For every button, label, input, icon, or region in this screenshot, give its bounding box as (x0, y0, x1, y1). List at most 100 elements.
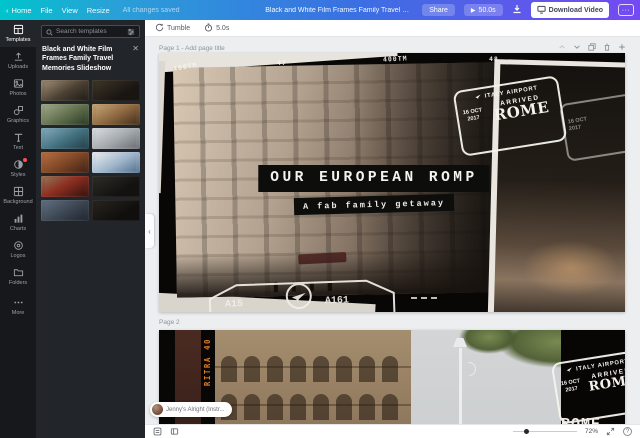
more-dots-icon (13, 297, 24, 308)
sidebar-item-templates[interactable]: Templates (0, 20, 36, 47)
sidebar-item-uploads[interactable]: Uploads (0, 47, 36, 74)
templates-panel: Black and White Film Frames Family Trave… (36, 20, 145, 438)
film-brand-text: RITRA 40 (203, 338, 212, 386)
page2-header: Page 2 (159, 319, 626, 326)
sidebar-item-logos[interactable]: Logos (0, 236, 36, 263)
film-frame-number: 48 (489, 55, 499, 63)
duplicate-page-icon[interactable] (588, 43, 596, 53)
template-set-title: Black and White Film Frames Family Trave… (42, 45, 128, 73)
timer-icon (204, 23, 213, 34)
template-thumbnail[interactable] (92, 128, 140, 149)
filter-icon[interactable] (127, 23, 135, 41)
styles-icon (13, 159, 24, 170)
slide-title-text[interactable]: OUR EUROPEAN ROMP (258, 165, 489, 192)
download-icon[interactable] (512, 4, 522, 16)
help-icon[interactable]: ? (623, 427, 632, 436)
delete-page-icon[interactable] (603, 43, 611, 53)
passport-entry-stamp[interactable]: A15 A161 03 JUL 2018 (206, 276, 397, 312)
logos-icon (13, 240, 24, 251)
animation-icon (155, 23, 164, 34)
stamp-dashes (411, 297, 437, 299)
svg-text:A15: A15 (225, 299, 243, 311)
sidebar-item-styles[interactable]: Styles (0, 155, 36, 182)
graphics-icon (13, 105, 24, 116)
template-thumbnail[interactable] (92, 176, 140, 197)
sidebar-item-graphics[interactable]: Graphics (0, 101, 36, 128)
airplane-icon (474, 92, 482, 102)
canvas-toolbar: Tumble 5.0s (145, 20, 640, 37)
back-chevron-icon: ‹ (6, 6, 9, 15)
zoom-slider[interactable] (513, 431, 577, 433)
templates-icon (13, 24, 24, 35)
document-title[interactable]: Black and White Film Frames Family Trave… (265, 7, 413, 14)
page2-title[interactable]: Page 2 (159, 319, 180, 326)
animation-button[interactable]: Tumble (155, 23, 190, 34)
film-mark: 400TM (383, 54, 408, 63)
colosseum-arches (221, 394, 398, 420)
canvas-area: Tumble 5.0s Page 1 - Add page title (145, 20, 640, 438)
text-icon (13, 132, 24, 143)
film-frame-edge (159, 61, 165, 193)
sidebar-item-charts[interactable]: Charts (0, 209, 36, 236)
zoom-percentage: 72% (585, 428, 598, 435)
search-box[interactable] (41, 25, 140, 38)
search-input[interactable] (56, 28, 124, 35)
canva-editor: ‹ Home File View Resize All changes save… (0, 0, 640, 438)
template-thumbnail[interactable] (92, 152, 140, 173)
template-thumbnail[interactable] (41, 152, 89, 173)
charts-icon (13, 213, 24, 224)
sidebar-item-photos[interactable]: Photos (0, 74, 36, 101)
template-thumbnail[interactable] (41, 176, 89, 197)
share-button[interactable]: Share (422, 4, 455, 16)
menu-file[interactable]: File (41, 6, 53, 15)
add-page-icon[interactable] (618, 43, 626, 53)
template-thumbnail[interactable] (41, 80, 89, 101)
notes-icon[interactable] (153, 423, 162, 438)
colosseum-arches (221, 356, 398, 382)
status-bar: 72% ? (145, 424, 640, 438)
fullscreen-icon[interactable] (606, 423, 615, 438)
colosseum-photo[interactable] (215, 330, 411, 438)
move-page-up-icon[interactable] (558, 43, 566, 53)
page1-header: Page 1 - Add page title (159, 43, 626, 53)
sidebar-item-more[interactable]: More (0, 293, 36, 320)
close-icon[interactable]: ✕ (132, 45, 139, 53)
folders-icon (13, 267, 24, 278)
pages-view-icon[interactable] (170, 423, 179, 438)
panel-collapse-button[interactable]: ‹ (145, 214, 154, 248)
background-icon (13, 186, 24, 197)
photos-icon (13, 78, 24, 89)
design-page-2[interactable]: RITRA 40 ITALY AIRPORT (159, 330, 625, 438)
template-grid (41, 80, 140, 221)
sidebar-item-text[interactable]: Text (0, 128, 36, 155)
template-thumbnail[interactable] (92, 80, 140, 101)
page1-title[interactable]: Page 1 - Add page title (159, 45, 225, 52)
sidebar-item-folders[interactable]: Folders (0, 263, 36, 290)
duration-button[interactable]: 5.0s (204, 23, 229, 34)
move-page-down-icon[interactable] (573, 43, 581, 53)
menu-view[interactable]: View (62, 6, 78, 15)
menu-resize[interactable]: Resize (87, 6, 110, 15)
styles-notification-dot (23, 158, 27, 162)
template-thumbnail[interactable] (92, 200, 140, 221)
home-button[interactable]: ‹ Home (6, 6, 32, 15)
audio-track-pill[interactable]: Jenny's Alright (Instr... (150, 402, 232, 417)
search-icon (46, 23, 53, 41)
zoom-slider-handle[interactable] (524, 429, 529, 434)
template-thumbnail[interactable] (41, 128, 89, 149)
sidebar-item-background[interactable]: Background (0, 182, 36, 209)
video-monitor-icon (537, 5, 546, 16)
more-options-button[interactable]: ··· (618, 4, 634, 16)
play-icon: ▶ (471, 7, 476, 14)
airplane-icon (566, 365, 574, 375)
uploads-icon (13, 51, 24, 62)
download-video-button[interactable]: Download Video (531, 2, 609, 18)
template-thumbnail[interactable] (41, 104, 89, 125)
design-page-1[interactable]: 400TM 47 400TM 48 OUR EUROPEAN ROMP A fa… (159, 53, 625, 312)
template-thumbnail[interactable] (92, 104, 140, 125)
template-thumbnail[interactable] (41, 200, 89, 221)
save-status: All changes saved (123, 7, 180, 14)
left-icon-sidebar: Templates Uploads Photos Graphics (0, 20, 36, 438)
play-preview-button[interactable]: ▶ 50.0s (464, 4, 503, 16)
top-bar: ‹ Home File View Resize All changes save… (0, 0, 640, 20)
